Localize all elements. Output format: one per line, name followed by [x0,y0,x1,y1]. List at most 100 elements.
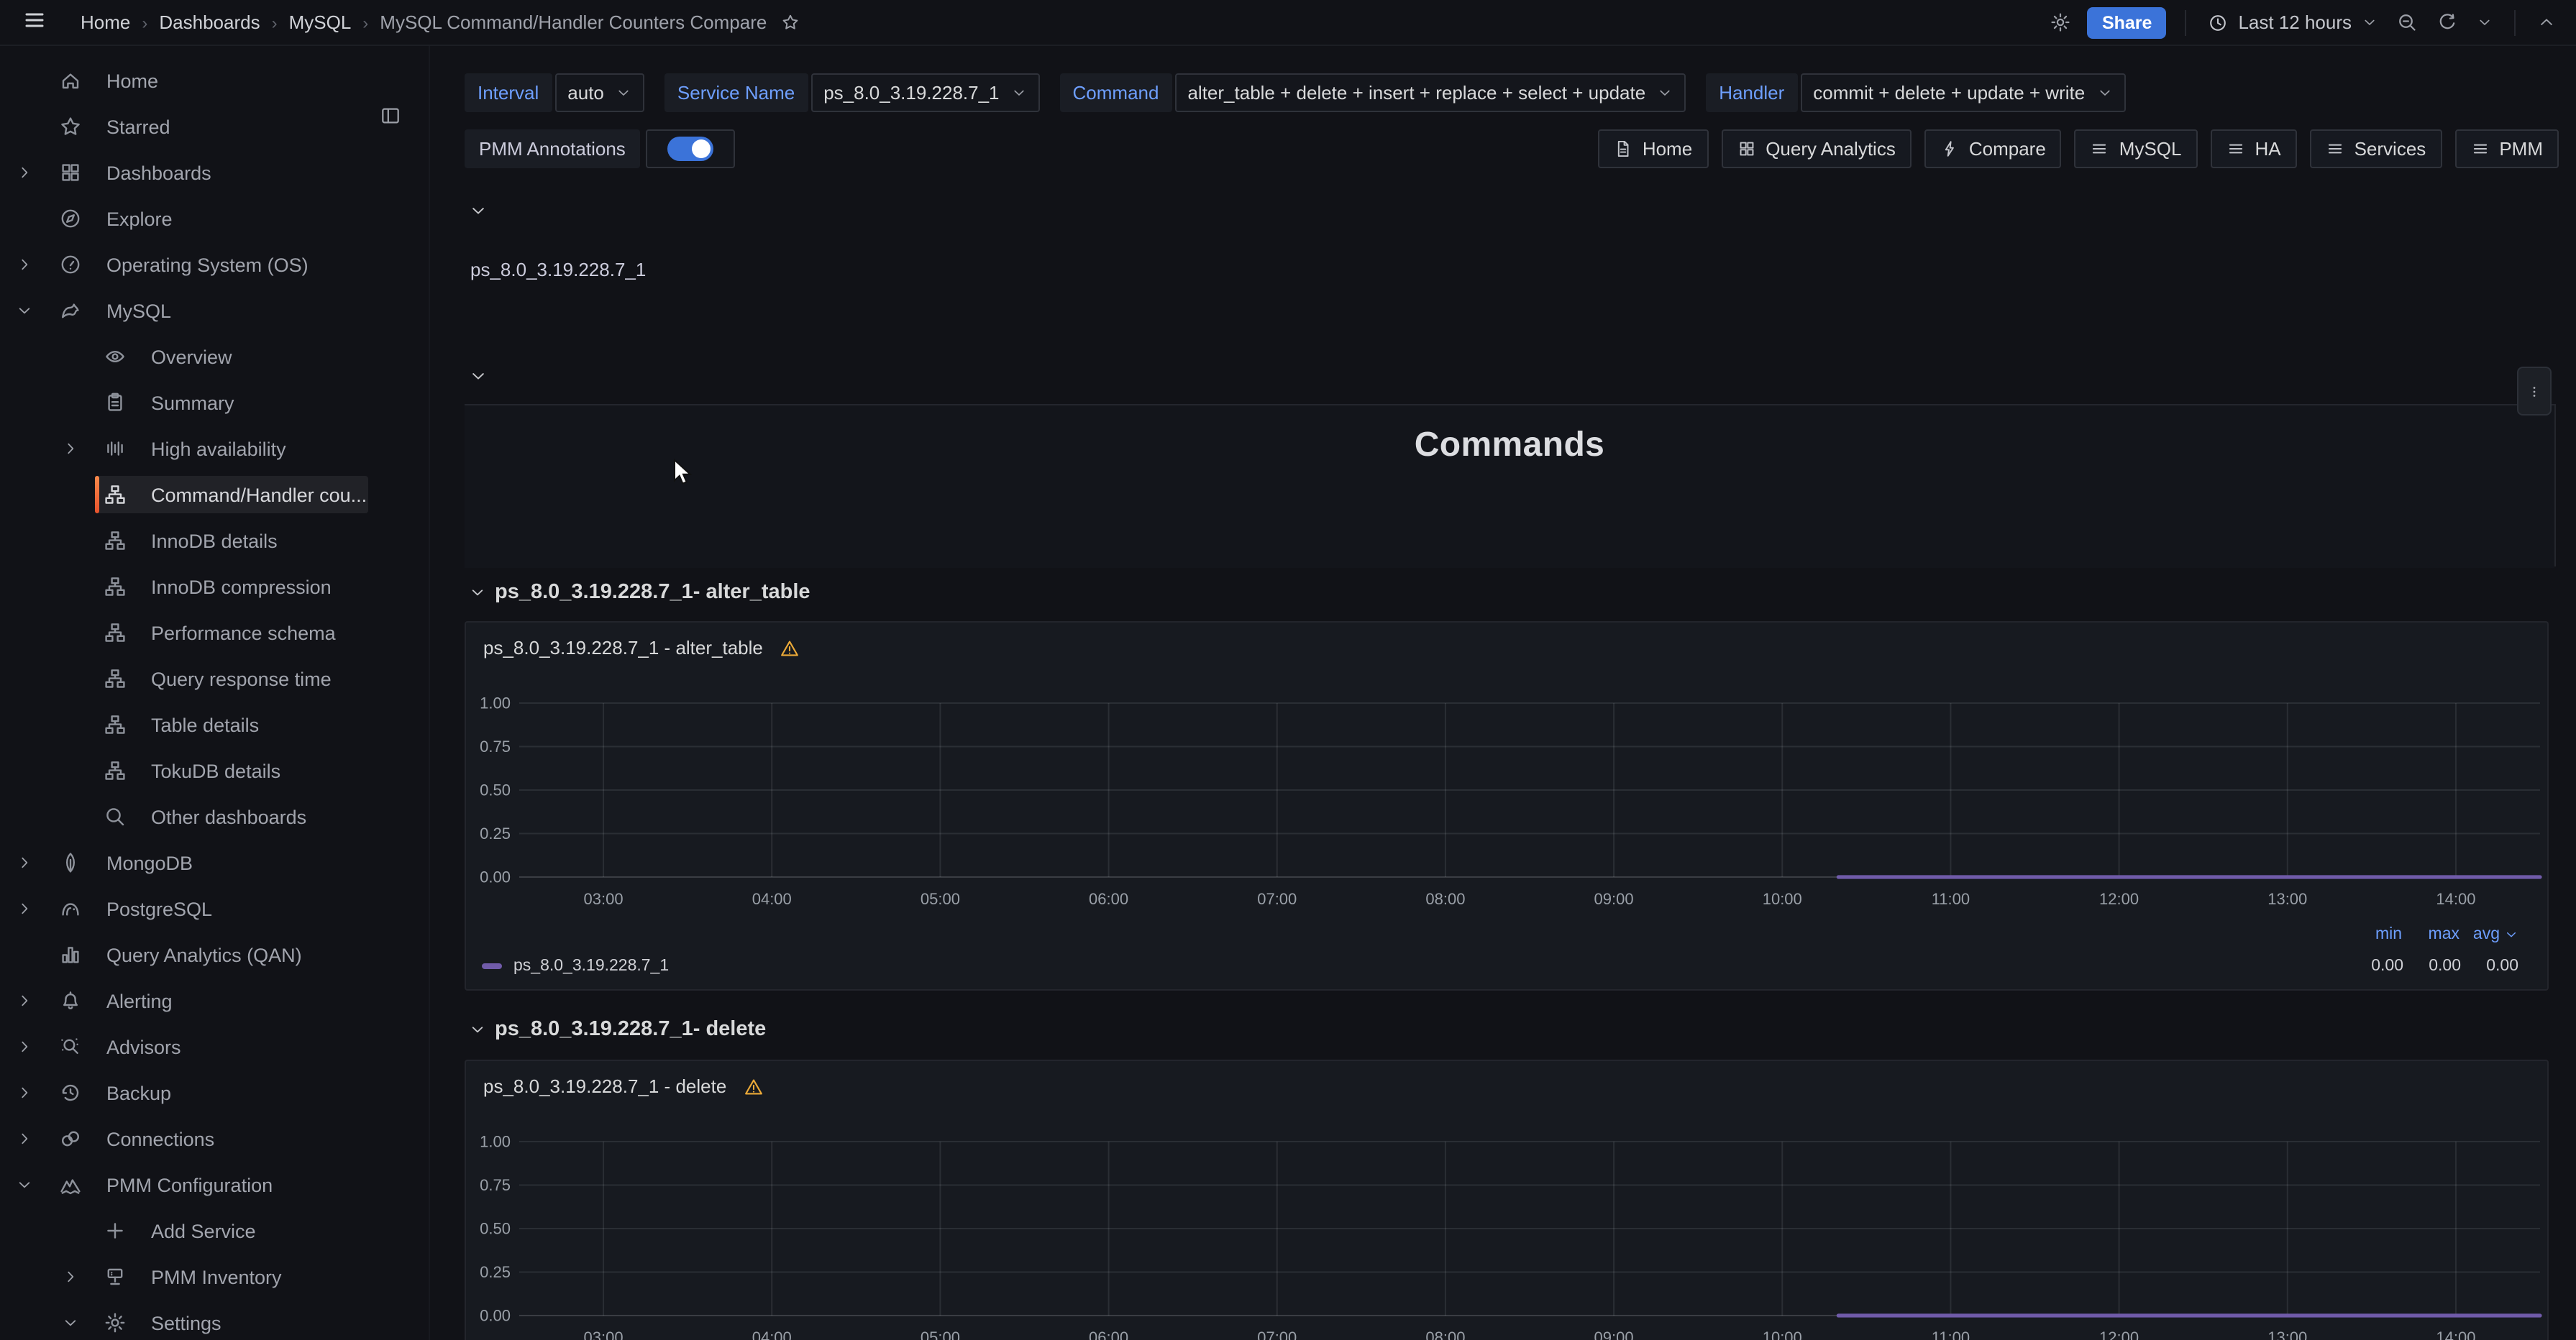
x-axis-tick-label: 13:00 [2267,1328,2307,1340]
sidebar-item-label: PostgreSQL [106,898,212,919]
variable-value-dropdown[interactable]: ps_8.0_3.19.228.7_1 [810,73,1039,112]
pmm-annotations-toggle[interactable] [646,129,735,168]
x-axis-tick-label: 12:00 [2099,1328,2139,1340]
sidebar-item-label: Summary [151,392,234,413]
sitemap-icon [104,575,127,598]
sidebar-item-connections[interactable]: Connections [0,1120,429,1157]
chevron-right-icon[interactable] [14,853,35,873]
quicklink-pmm-button[interactable]: PMM [2454,129,2559,168]
breadcrumb-item[interactable]: Home [81,12,130,33]
sidebar-item-pmm-configuration[interactable]: PMM Configuration [0,1166,429,1203]
legend-series-item[interactable]: ps_8.0_3.19.228.7_1 [482,958,669,975]
sidebar-item-summary[interactable]: Summary [0,384,429,421]
time-series-chart[interactable]: 0.000.250.500.751.0003:0004:0005:0006:00… [466,1061,2550,1340]
sidebar-item-settings[interactable]: Settings [0,1304,429,1340]
sidebar-item-tokudb-details[interactable]: TokuDB details [0,752,429,789]
sidebar-item-explore[interactable]: Explore [0,200,429,237]
variable-value-dropdown[interactable]: auto [554,73,644,112]
panel-edge-line [2554,404,2556,566]
breadcrumb-item[interactable]: Dashboards [159,12,260,33]
time-range-picker[interactable]: Last 12 hours [2205,12,2380,33]
chart-panel-delete: ps_8.0_3.19.228.7_1 - delete0.000.250.50… [465,1060,2549,1340]
sidebar-item-query-response-time[interactable]: Query response time [0,660,429,697]
chevron-right-icon[interactable] [14,991,35,1011]
sidebar-item-other-dashboards[interactable]: Other dashboards [0,798,429,835]
legend-column-min[interactable]: min [2344,926,2402,943]
sidebar-item-add-service[interactable]: Add Service [0,1212,429,1249]
quicklink-ha-button[interactable]: HA [2210,129,2296,168]
row-section-header[interactable]: ps_8.0_3.19.228.7_1- delete [469,1018,766,1041]
sidebar-item-label: Overview [151,346,232,367]
sidebar-item-backup[interactable]: Backup [0,1074,429,1111]
share-button[interactable]: Share [2088,6,2167,38]
collapse-topbar-chevron-up-icon[interactable] [2534,10,2559,35]
breadcrumb-item[interactable]: MySQL [289,12,352,33]
chevron-right-icon[interactable] [14,162,35,183]
sidebar-item-operating-system-os[interactable]: Operating System (OS) [0,246,429,283]
gauge-icon [59,253,82,276]
time-series-chart[interactable]: 0.000.250.500.751.0003:0004:0005:0006:00… [466,623,2550,992]
sidebar-item-table-details[interactable]: Table details [0,706,429,743]
legend-column-avg[interactable]: avg [2459,926,2500,943]
row-section-header[interactable]: ps_8.0_3.19.228.7_1- alter_table [469,581,810,604]
active-item-indicator [95,476,99,513]
chevron-down-icon[interactable] [60,1313,81,1333]
sitemap-icon [104,713,127,736]
sidebar-item-high-availability[interactable]: High availability [0,430,429,467]
sidebar-item-query-analytics-qan[interactable]: Query Analytics (QAN) [0,936,429,973]
sidebar-item-command-handler-cou[interactable]: Command/Handler cou... [0,476,429,513]
y-axis-tick-label: 1.00 [480,694,511,712]
variable-selected-value: commit + delete + update + write [1813,82,2085,104]
quicklink-label: Query Analytics [1766,138,1896,160]
refresh-interval-chevron-icon[interactable] [2474,12,2495,33]
quicklink-services-button[interactable]: Services [2310,129,2442,168]
variable-value-dropdown[interactable]: commit + delete + update + write [1800,73,2125,112]
quicklink-label: Compare [1969,138,2046,160]
sidebar-item-dashboards[interactable]: Dashboards [0,154,429,191]
chevron-down-icon[interactable] [14,300,35,321]
chevron-right-icon[interactable] [14,1083,35,1103]
favorite-star-icon[interactable] [781,13,800,32]
chevron-down-icon[interactable] [14,1175,35,1195]
dashboard-settings-gear-icon[interactable] [2047,9,2075,36]
sidebar-item-overview[interactable]: Overview [0,338,429,375]
quicklink-compare-button[interactable]: Compare [1924,129,2062,168]
legend-value-max: 0.00 [2403,958,2461,975]
x-axis-tick-label: 10:00 [1763,1328,1802,1340]
sidebar-item-mysql[interactable]: MySQL [0,292,429,329]
legend-stat-columns[interactable]: minmaxavg [2344,926,2518,943]
sidebar-item-performance-schema[interactable]: Performance schema [0,614,429,651]
variable-value-dropdown[interactable]: alter_table + delete + insert + replace … [1174,73,1686,112]
sidebar-item-label: Query response time [151,668,332,689]
row-collapse-chevron-icon[interactable] [469,367,488,385]
sidebar-item-innodb-compression[interactable]: InnoDB compression [0,568,429,605]
variable-selected-value: alter_table + delete + insert + replace … [1187,82,1645,104]
quicklink-home-button[interactable]: Home [1598,129,1708,168]
chevron-right-icon[interactable] [60,1267,81,1287]
sidebar-item-mongodb[interactable]: MongoDB [0,844,429,881]
chevron-right-icon[interactable] [60,439,81,459]
quicklink-label: HA [2255,138,2280,160]
sidebar-item-pmm-inventory[interactable]: PMM Inventory [0,1258,429,1295]
y-axis-tick-label: 0.50 [480,1219,511,1237]
legend-value-min: 0.00 [2346,958,2403,975]
refresh-icon[interactable] [2434,9,2461,36]
sidebar-item-postgresql[interactable]: PostgreSQL [0,890,429,927]
sidebar-item-advisors[interactable]: Advisors [0,1028,429,1065]
sidebar-item-starred[interactable]: Starred [0,108,429,145]
chevron-right-icon[interactable] [14,899,35,919]
sidebar-item-innodb-details[interactable]: InnoDB details [0,522,429,559]
zoom-out-icon[interactable] [2393,9,2421,36]
panel-menu-kebab-icon[interactable] [2517,367,2552,416]
chevron-right-icon[interactable] [14,1129,35,1149]
quicklink-query-analytics-button[interactable]: Query Analytics [1721,129,1912,168]
menu-toggle-icon[interactable] [23,9,46,36]
chevron-right-icon[interactable] [14,1037,35,1057]
sidebar-item-home[interactable]: Home [0,62,429,99]
sidebar-item-alerting[interactable]: Alerting [0,982,429,1019]
chevron-right-icon[interactable] [14,254,35,275]
x-axis-tick-label: 07:00 [1257,1328,1297,1340]
legend-column-max[interactable]: max [2402,926,2459,943]
quicklink-mysql-button[interactable]: MySQL [2075,129,2198,168]
row-collapse-chevron-icon[interactable] [469,201,488,220]
